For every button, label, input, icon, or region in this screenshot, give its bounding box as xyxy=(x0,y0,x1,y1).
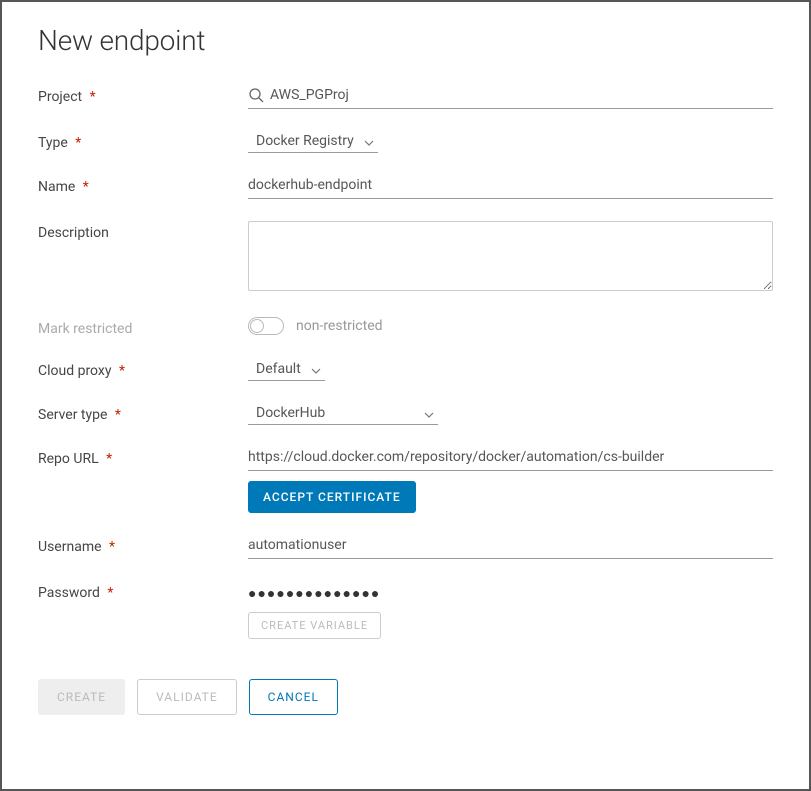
project-control xyxy=(248,85,773,109)
description-control xyxy=(248,221,773,295)
label-repo-url: Repo URL * xyxy=(38,447,248,467)
row-type: Type * Docker Registry xyxy=(38,131,773,153)
server-type-select[interactable]: DockerHub xyxy=(248,403,438,425)
row-password: Password * ●●●●●●●●●●●●●● CREATE VARIABL… xyxy=(38,581,773,639)
label-mark-restricted-text: Mark restricted xyxy=(38,321,132,337)
project-input[interactable] xyxy=(270,85,773,105)
label-type: Type * xyxy=(38,131,248,151)
required-asterisk: * xyxy=(109,539,115,555)
name-control xyxy=(248,175,773,199)
username-input-wrap[interactable] xyxy=(248,535,773,559)
password-field[interactable]: ●●●●●●●●●●●●●● xyxy=(248,581,773,602)
username-control xyxy=(248,535,773,559)
dialog-footer: CREATE VALIDATE CANCEL xyxy=(38,679,773,715)
label-password: Password * xyxy=(38,581,248,601)
cloud-proxy-select[interactable]: Default xyxy=(248,359,325,381)
validate-button[interactable]: VALIDATE xyxy=(137,679,237,715)
project-input-wrap[interactable] xyxy=(248,85,773,109)
required-asterisk: * xyxy=(83,179,89,195)
search-icon xyxy=(248,87,264,103)
name-input-wrap[interactable] xyxy=(248,175,773,199)
restricted-toggle-row: non-restricted xyxy=(248,317,773,335)
create-variable-button[interactable]: CREATE VARIABLE xyxy=(248,612,381,639)
label-server-type-text: Server type xyxy=(38,407,107,423)
required-asterisk: * xyxy=(115,407,121,423)
required-asterisk: * xyxy=(90,89,96,105)
label-password-text: Password xyxy=(38,585,100,601)
cancel-button[interactable]: CANCEL xyxy=(249,679,338,715)
row-project: Project * xyxy=(38,85,773,109)
password-control: ●●●●●●●●●●●●●● CREATE VARIABLE xyxy=(248,581,773,639)
name-input[interactable] xyxy=(248,175,773,195)
accept-certificate-button[interactable]: ACCEPT CERTIFICATE xyxy=(248,481,416,513)
cloud-proxy-control: Default xyxy=(248,359,773,381)
chevron-down-icon xyxy=(424,408,434,418)
label-project: Project * xyxy=(38,85,248,105)
label-project-text: Project xyxy=(38,89,82,105)
label-description: Description xyxy=(38,221,248,241)
type-select-value: Docker Registry xyxy=(256,133,354,149)
cloud-proxy-value: Default xyxy=(256,361,301,377)
repo-url-input-wrap[interactable] xyxy=(248,447,773,471)
row-server-type: Server type * DockerHub xyxy=(38,403,773,425)
label-name-text: Name xyxy=(38,179,75,195)
server-type-control: DockerHub xyxy=(248,403,773,425)
label-cloud-proxy: Cloud proxy * xyxy=(38,359,248,379)
required-asterisk: * xyxy=(119,363,125,379)
label-description-text: Description xyxy=(38,225,109,241)
row-mark-restricted: Mark restricted non-restricted xyxy=(38,317,773,337)
chevron-down-icon xyxy=(311,364,321,374)
repo-url-control: ACCEPT CERTIFICATE xyxy=(248,447,773,513)
label-cloud-proxy-text: Cloud proxy xyxy=(38,363,111,379)
server-type-value: DockerHub xyxy=(256,405,325,421)
label-repo-url-text: Repo URL xyxy=(38,451,99,467)
new-endpoint-dialog: New endpoint Project * Type * xyxy=(2,2,809,737)
label-username: Username * xyxy=(38,535,248,555)
label-name: Name * xyxy=(38,175,248,195)
label-mark-restricted: Mark restricted xyxy=(38,317,248,337)
row-cloud-proxy: Cloud proxy * Default xyxy=(38,359,773,381)
dialog-title: New endpoint xyxy=(38,24,773,57)
username-input[interactable] xyxy=(248,535,773,555)
description-textarea[interactable] xyxy=(248,221,773,291)
restricted-toggle-label: non-restricted xyxy=(296,318,383,334)
chevron-down-icon xyxy=(364,136,374,146)
required-asterisk: * xyxy=(107,585,113,601)
label-server-type: Server type * xyxy=(38,403,248,423)
type-select[interactable]: Docker Registry xyxy=(248,131,378,153)
row-description: Description xyxy=(38,221,773,295)
row-name: Name * xyxy=(38,175,773,199)
mark-restricted-control: non-restricted xyxy=(248,317,773,335)
required-asterisk: * xyxy=(106,451,112,467)
label-type-text: Type xyxy=(38,135,68,151)
required-asterisk: * xyxy=(75,135,81,151)
label-username-text: Username xyxy=(38,539,102,555)
toggle-knob xyxy=(250,319,264,333)
row-repo-url: Repo URL * ACCEPT CERTIFICATE xyxy=(38,447,773,513)
create-button[interactable]: CREATE xyxy=(38,679,125,715)
restricted-toggle[interactable] xyxy=(248,317,284,335)
type-control: Docker Registry xyxy=(248,131,773,153)
repo-url-input[interactable] xyxy=(248,447,773,467)
row-username: Username * xyxy=(38,535,773,559)
